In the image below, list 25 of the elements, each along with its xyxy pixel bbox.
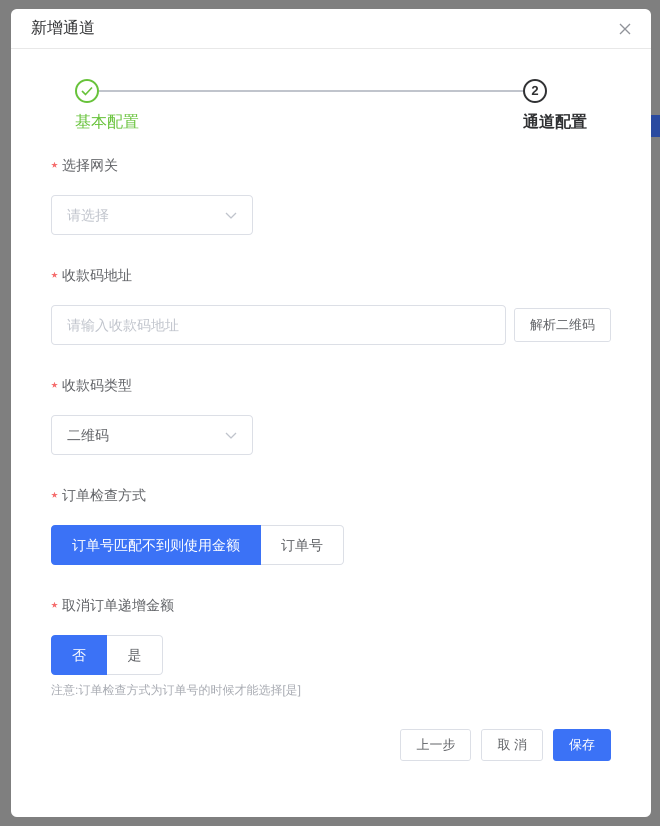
step-label: 通道配置 bbox=[523, 112, 587, 133]
parse-button[interactable]: 解析二维码 bbox=[514, 308, 611, 342]
input-field[interactable]: 请输入收款码地址 bbox=[51, 305, 506, 345]
field-label: 收款码类型 bbox=[62, 376, 132, 394]
field-label: 订单检查方式 bbox=[62, 486, 146, 504]
close-icon[interactable] bbox=[619, 22, 631, 34]
step-number: 2 bbox=[523, 79, 547, 103]
chevron-down-icon bbox=[225, 432, 237, 438]
note-text: 注意:订单检查方式为订单号的时候才能选择[是] bbox=[51, 682, 302, 699]
select-placeholder: 请选择 bbox=[67, 206, 109, 224]
option-button[interactable]: 否 bbox=[51, 635, 107, 675]
dialog-button[interactable]: 取 消 bbox=[481, 729, 543, 761]
option-button[interactable]: 是 bbox=[107, 635, 163, 675]
field-label: 收款码地址 bbox=[62, 266, 132, 284]
select-value: 二维码 bbox=[67, 426, 109, 444]
field-label: 取消订单递增金额 bbox=[62, 596, 174, 614]
field-label: 选择网关 bbox=[62, 156, 118, 174]
chevron-down-icon bbox=[225, 212, 237, 218]
save-button[interactable]: 保存 bbox=[553, 729, 611, 761]
step-label: 基本配置 bbox=[75, 112, 139, 133]
option-button[interactable]: 订单号 bbox=[261, 525, 344, 565]
dialog-title: 新增通道 bbox=[31, 18, 95, 38]
option-button[interactable]: 订单号匹配不到则使用金额 bbox=[51, 525, 261, 565]
select-field[interactable]: 二维码 bbox=[51, 415, 253, 455]
dialog-button[interactable]: 上一步 bbox=[400, 729, 472, 761]
